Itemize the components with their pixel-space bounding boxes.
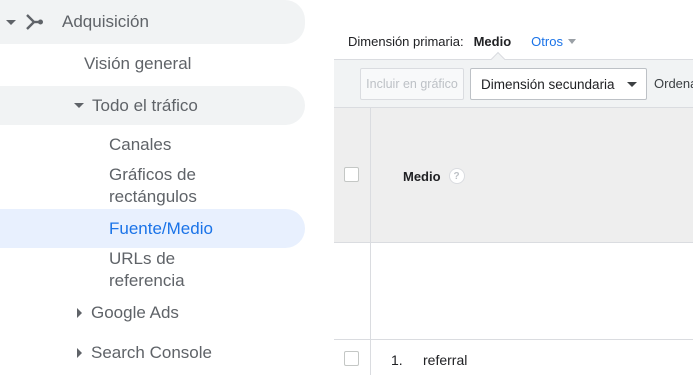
column-header-label: Medio <box>403 168 441 184</box>
sidebar-item-all-traffic[interactable]: Todo el tráfico <box>0 86 305 125</box>
report-panel: Dimensión primaria: Medio Otros Incluir … <box>334 0 693 375</box>
sidebar-item-acquisition[interactable]: Adquisición <box>0 0 305 44</box>
totals-row <box>334 243 693 340</box>
secondary-dimension-select[interactable]: Dimensión secundaria <box>470 68 647 100</box>
row-medium-link[interactable]: referral <box>423 352 467 368</box>
primary-dimension-bar: Dimensión primaria: Medio Otros <box>348 34 576 49</box>
sidebar-item-label: Google Ads <box>91 303 179 322</box>
select-all-checkbox[interactable] <box>344 167 359 182</box>
chevron-down-icon <box>567 39 576 44</box>
sidebar-item-label: rectángulos <box>109 187 197 206</box>
sidebar-item-source-medium[interactable]: Fuente/Medio <box>0 209 305 248</box>
sidebar-item-google-ads[interactable]: Google Ads <box>0 301 179 325</box>
others-dropdown[interactable]: Otros <box>531 34 576 49</box>
sidebar-item-channels[interactable]: Canales <box>109 133 171 157</box>
sidebar-item-treemaps[interactable]: Gráficos de rectángulos <box>109 164 197 208</box>
sidebar-item-label: referencia <box>109 271 185 290</box>
sidebar-item-referrals[interactable]: URLs de referencia <box>109 248 185 292</box>
primary-dimension-medium[interactable]: Medio <box>474 34 512 49</box>
table-header <box>334 107 693 243</box>
sidebar-item-label: Canales <box>109 135 172 154</box>
sidebar-item-search-console[interactable]: Search Console <box>0 341 212 365</box>
chevron-right-icon <box>77 348 82 358</box>
column-header-medium[interactable]: Medio ? <box>403 168 465 184</box>
help-icon[interactable]: ? <box>448 168 465 184</box>
row-checkbox[interactable] <box>344 351 359 366</box>
sidebar-nav: Adquisición Visión general Todo el tráfi… <box>0 0 305 375</box>
primary-dimension-label: Dimensión primaria: <box>348 34 464 49</box>
chevron-down-icon <box>627 82 637 87</box>
sort-type-label[interactable]: Ordena <box>654 76 693 91</box>
secondary-dimension-label: Dimensión secundaria <box>481 76 615 92</box>
row-index: 1. <box>391 352 403 368</box>
table-toolbar: Incluir en gráfico Dimensión secundaria … <box>334 59 693 107</box>
sidebar-item-label: Gráficos de <box>109 165 196 184</box>
sidebar-item-label: Visión general <box>84 54 192 73</box>
acquisition-branch-icon <box>25 12 45 32</box>
analytics-window: Adquisición Visión general Todo el tráfi… <box>0 0 693 375</box>
column-divider <box>370 107 371 375</box>
sidebar-item-label: Adquisición <box>62 12 149 31</box>
sidebar-item-label: Todo el tráfico <box>92 95 198 115</box>
table-row: 1. referral <box>334 340 693 375</box>
chevron-down-icon <box>74 103 84 108</box>
sidebar-item-overview[interactable]: Visión general <box>84 52 191 76</box>
plot-rows-button[interactable]: Incluir en gráfico <box>360 68 464 100</box>
sidebar-item-label: Search Console <box>91 343 212 362</box>
sidebar-item-label: Fuente/Medio <box>109 218 213 238</box>
others-label: Otros <box>531 34 563 49</box>
chevron-right-icon <box>77 308 82 318</box>
chevron-down-icon <box>6 19 16 25</box>
sidebar-item-label: URLs de <box>109 249 176 268</box>
